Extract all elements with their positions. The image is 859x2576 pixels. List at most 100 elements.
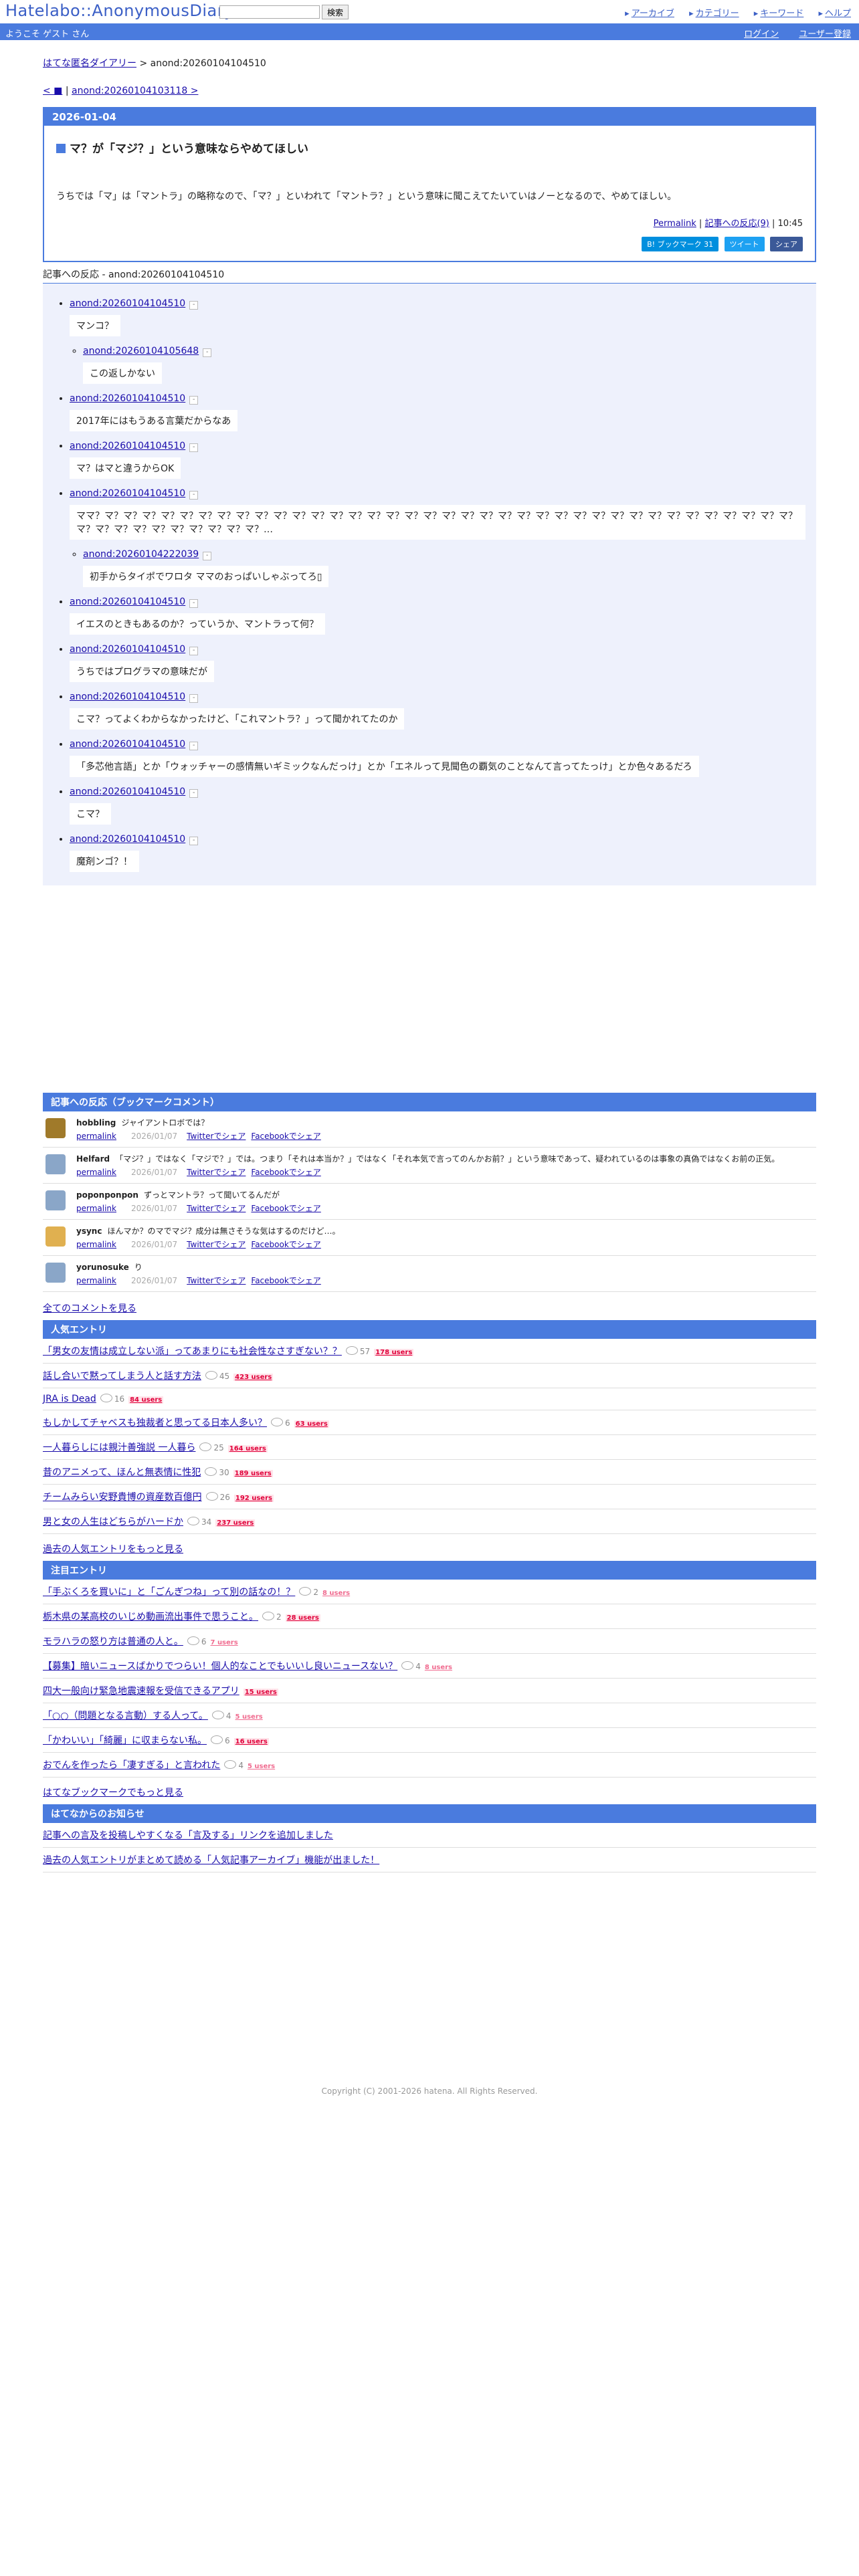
twitter-share-link[interactable]: Twitterでシェア bbox=[187, 1276, 246, 1285]
facebook-share-link[interactable]: Facebookでシェア bbox=[251, 1168, 320, 1177]
facebook-share-link[interactable]: Facebookでシェア bbox=[251, 1276, 320, 1285]
category-link[interactable]: カテゴリー bbox=[689, 9, 739, 19]
entry-list-link[interactable]: 栃木県の某高校のいじめ動画流出事件で思うこと。 bbox=[43, 1612, 258, 1622]
users-badge[interactable]: 16 users bbox=[233, 1738, 269, 1745]
entry-list-link[interactable]: もしかしてチャベスも独裁者と思ってる日本人多い？ bbox=[43, 1418, 267, 1428]
twitter-share-link[interactable]: Twitterでシェア bbox=[187, 1240, 246, 1249]
entry-list-link[interactable]: 【募集】暗いニュースばかりでつらい！個人的なことでもいいし良いニュースない？ bbox=[43, 1661, 397, 1672]
comment-permalink[interactable]: permalink bbox=[76, 1276, 116, 1285]
users-badge[interactable]: 84 users bbox=[128, 1396, 164, 1404]
response-child-link[interactable]: anond:20260104222039 bbox=[83, 549, 199, 560]
avatar[interactable] bbox=[45, 1154, 66, 1174]
collapse-icon[interactable]: - bbox=[189, 443, 199, 452]
entry-list-link[interactable]: チームみらい安野貴博の資産数百億円 bbox=[43, 1492, 202, 1503]
login-link[interactable]: ログイン bbox=[744, 29, 779, 39]
permalink[interactable]: Permalink bbox=[654, 219, 696, 229]
collapse-icon[interactable]: - bbox=[189, 694, 199, 703]
popular-more-link[interactable]: 過去の人気エントリをもっと見る bbox=[43, 1544, 183, 1555]
entry-list-link[interactable]: 昔のアニメって、ほんと無表情に性犯 bbox=[43, 1467, 201, 1478]
tweet-button[interactable]: ツイート bbox=[724, 237, 765, 251]
response-link[interactable]: anond:20260104104510 bbox=[70, 739, 185, 750]
avatar[interactable] bbox=[45, 1190, 66, 1210]
comment-user[interactable]: poponponpon bbox=[76, 1190, 138, 1200]
comment-permalink[interactable]: permalink bbox=[76, 1168, 116, 1177]
response-link[interactable]: anond:20260104104510 bbox=[70, 298, 185, 309]
collapse-icon[interactable]: - bbox=[189, 742, 199, 750]
twitter-share-link[interactable]: Twitterでシェア bbox=[187, 1168, 246, 1177]
entry-list-link[interactable]: 四大一般向け緊急地震速報を受信できるアプリ bbox=[43, 1686, 240, 1697]
users-badge[interactable]: 8 users bbox=[322, 1590, 350, 1597]
avatar[interactable] bbox=[45, 1226, 66, 1247]
register-link[interactable]: ユーザー登録 bbox=[799, 29, 851, 39]
collapse-icon[interactable]: - bbox=[189, 647, 199, 655]
entry-list-link[interactable]: 「男女の友情は成立しない派」ってあまりにも社会性なさすぎない？？ bbox=[43, 1346, 342, 1357]
response-link[interactable]: anond:20260104104510 bbox=[70, 488, 185, 499]
response-link[interactable]: anond:20260104104510 bbox=[70, 441, 185, 451]
entry-list-link[interactable]: 「手ぶくろを買いに」と「ごんぎつね」って別の話なの！？ bbox=[43, 1587, 295, 1598]
users-badge[interactable]: 5 users bbox=[235, 1713, 263, 1721]
facebook-share-link[interactable]: Facebookでシェア bbox=[251, 1240, 320, 1249]
users-badge[interactable]: 7 users bbox=[211, 1639, 238, 1646]
comment-permalink[interactable]: permalink bbox=[76, 1204, 116, 1213]
next-link[interactable]: anond:20260104103118 > bbox=[72, 86, 198, 96]
users-badge[interactable]: 5 users bbox=[248, 1763, 275, 1770]
reactions-link[interactable]: 記事への反応(9) bbox=[704, 219, 769, 229]
collapse-icon[interactable]: - bbox=[189, 599, 199, 608]
facebook-share-button[interactable]: シェア bbox=[770, 237, 803, 251]
avatar[interactable] bbox=[45, 1118, 66, 1138]
news-link[interactable]: 記事への言及を投稿しやすくなる「言及する」リンクを追加しました bbox=[43, 1830, 333, 1841]
avatar[interactable] bbox=[45, 1263, 66, 1283]
users-badge[interactable]: 189 users bbox=[233, 1470, 273, 1477]
collapse-icon[interactable]: - bbox=[203, 348, 212, 357]
entry-list-link[interactable]: モラハラの怒り方は普通の人と。 bbox=[43, 1636, 183, 1647]
help-link[interactable]: ヘルプ bbox=[818, 9, 851, 19]
twitter-share-link[interactable]: Twitterでシェア bbox=[187, 1132, 246, 1141]
entry-list-link[interactable]: おでんを作ったら「凄すぎる」と言われた bbox=[43, 1760, 220, 1771]
search-button[interactable]: 検索 bbox=[322, 5, 349, 19]
comment-user[interactable]: yorunosuke bbox=[76, 1263, 129, 1272]
entry-list-link[interactable]: 「かわいい」「綺麗」に収まらない私。 bbox=[43, 1735, 207, 1746]
prev-link[interactable]: < ■ bbox=[43, 86, 62, 96]
collapse-icon[interactable]: - bbox=[189, 491, 199, 500]
news-link[interactable]: 過去の人気エントリがまとめて読める「人気記事アーカイブ」機能が出ました！ bbox=[43, 1855, 379, 1866]
users-badge[interactable]: 8 users bbox=[425, 1664, 452, 1671]
users-badge[interactable]: 63 users bbox=[294, 1420, 329, 1428]
facebook-share-link[interactable]: Facebookでシェア bbox=[251, 1132, 320, 1141]
keyword-link[interactable]: キーワード bbox=[754, 9, 803, 19]
comment-permalink[interactable]: permalink bbox=[76, 1132, 116, 1141]
entry-list-link[interactable]: 話し合いで黙ってしまう人と話す方法 bbox=[43, 1371, 201, 1382]
response-child-link[interactable]: anond:20260104105648 bbox=[83, 346, 199, 356]
search-input[interactable] bbox=[219, 5, 320, 19]
archive-link[interactable]: アーカイブ bbox=[625, 9, 674, 19]
entry-list-link[interactable]: 男と女の人生はどちらがハードか bbox=[43, 1517, 183, 1527]
all-comments-link[interactable]: 全てのコメントを見る bbox=[43, 1303, 136, 1314]
site-logo[interactable]: Hatelabo::AnonymousDiary bbox=[5, 1, 234, 20]
hatena-bookmark-button[interactable]: B! ブックマーク 31 bbox=[642, 237, 719, 251]
response-link[interactable]: anond:20260104104510 bbox=[70, 393, 185, 404]
breadcrumb-home[interactable]: はてな匿名ダイアリー bbox=[43, 58, 136, 69]
collapse-icon[interactable]: - bbox=[203, 552, 212, 560]
facebook-share-link[interactable]: Facebookでシェア bbox=[251, 1204, 320, 1213]
response-link[interactable]: anond:20260104104510 bbox=[70, 786, 185, 797]
collapse-icon[interactable]: - bbox=[189, 837, 199, 845]
response-link[interactable]: anond:20260104104510 bbox=[70, 597, 185, 607]
users-badge[interactable]: 164 users bbox=[227, 1445, 268, 1453]
twitter-share-link[interactable]: Twitterでシェア bbox=[187, 1204, 246, 1213]
entry-list-link[interactable]: JRA is Dead bbox=[43, 1394, 96, 1404]
entry-list-link[interactable]: 一人暮らしには親汁善強説 一人暮ら bbox=[43, 1442, 195, 1453]
response-link[interactable]: anond:20260104104510 bbox=[70, 834, 185, 845]
featured-more-link[interactable]: はてなブックマークでもっと見る bbox=[43, 1788, 183, 1798]
users-badge[interactable]: 15 users bbox=[243, 1689, 278, 1696]
comment-user[interactable]: ysync bbox=[76, 1226, 102, 1236]
users-badge[interactable]: 28 users bbox=[285, 1614, 320, 1622]
entry-list-link[interactable]: 「○○（問題となる言動）する人って。 bbox=[43, 1711, 208, 1721]
response-link[interactable]: anond:20260104104510 bbox=[70, 691, 185, 702]
users-badge[interactable]: 237 users bbox=[215, 1519, 256, 1527]
users-badge[interactable]: 423 users bbox=[233, 1374, 274, 1381]
collapse-icon[interactable]: - bbox=[189, 789, 199, 798]
comment-user[interactable]: Helfard bbox=[76, 1154, 110, 1164]
collapse-icon[interactable]: - bbox=[189, 396, 199, 405]
comment-permalink[interactable]: permalink bbox=[76, 1240, 116, 1249]
response-link[interactable]: anond:20260104104510 bbox=[70, 644, 185, 655]
collapse-icon[interactable]: - bbox=[189, 301, 199, 310]
